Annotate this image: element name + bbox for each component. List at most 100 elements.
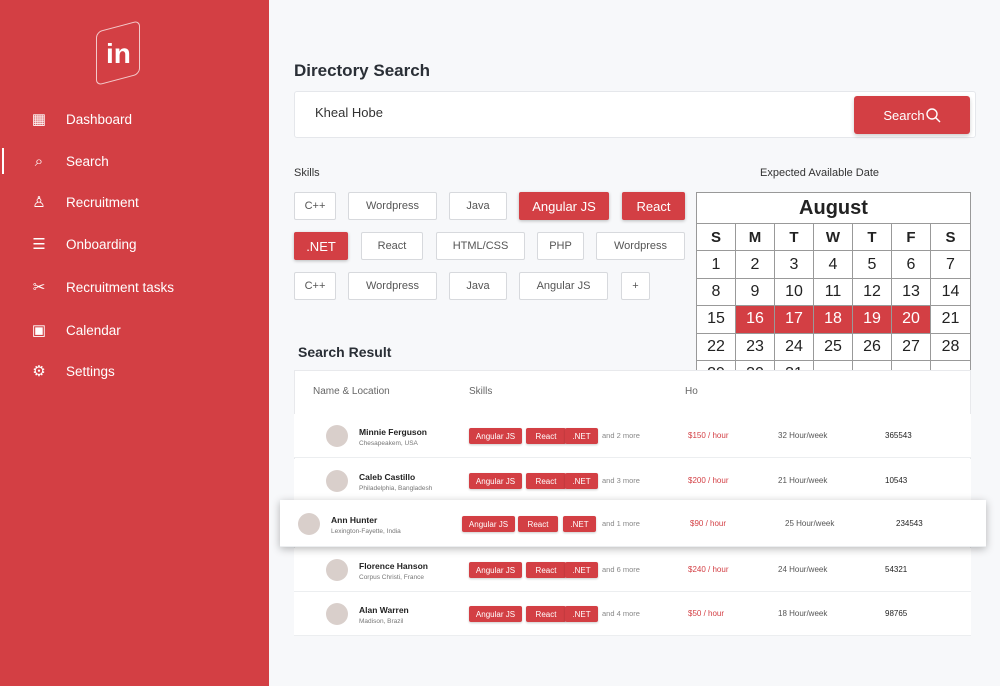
sidebar-item-label: Calendar (66, 322, 121, 338)
search-icon: ⌕ (34, 152, 44, 170)
table-row[interactable]: Alan Warren Madison, Brazil Angular JS Reac… (294, 592, 971, 636)
candidate-name[interactable]: Ann Hunter (331, 515, 377, 525)
skill-chip[interactable]: PHP (537, 232, 584, 260)
sidebar-item-search[interactable]: ⌕ Search (0, 143, 269, 179)
skill-tag: Angular JS (469, 562, 522, 578)
calendar-day[interactable]: 18 (814, 306, 853, 334)
sidebar-item-label: Recruitment (66, 194, 139, 210)
hours-per-week: 18 Hour/week (778, 609, 828, 618)
calendar-day[interactable]: 15 (697, 306, 736, 334)
skill-chip[interactable]: React (361, 232, 423, 260)
calendar-day[interactable]: 27 (892, 333, 931, 361)
onboarding-icon: ☰ (32, 236, 46, 253)
calendar-day[interactable]: 12 (853, 278, 892, 307)
calendar-day[interactable]: 23 (736, 333, 775, 361)
avatar (326, 470, 348, 492)
calendar-day[interactable]: 28 (931, 334, 970, 361)
weekday-header: F (892, 224, 931, 252)
more-skills[interactable]: and 4 more (602, 609, 640, 618)
skill-tag: .NET (565, 428, 598, 444)
page-title: Directory Search (294, 61, 431, 80)
calendar-day[interactable]: 26 (853, 333, 892, 361)
search-button[interactable]: Search (854, 96, 970, 134)
table-row[interactable]: Caleb Castillo Philadelphia, Bangladesh An… (294, 459, 971, 503)
calendar-day[interactable]: 20 (892, 306, 931, 334)
skill-chip[interactable]: Java (449, 192, 507, 220)
candidate-id: 54321 (885, 565, 908, 574)
skill-chip[interactable]: Wordpress (348, 192, 437, 220)
calendar-day[interactable]: 24 (775, 333, 814, 361)
candidate-name[interactable]: Florence Hanson (359, 561, 428, 571)
column-header: Ho (685, 386, 698, 397)
search-button-label: Search (883, 107, 925, 123)
table-row[interactable]: Ann Hunter Lexington-Fayette, India Angula… (280, 500, 986, 547)
skill-chip[interactable]: HTML/CSS (436, 232, 525, 260)
candidate-name[interactable]: Caleb Castillo (359, 472, 415, 482)
calendar-day[interactable]: 16 (736, 306, 775, 334)
candidate-name[interactable]: Alan Warren (359, 605, 409, 615)
sidebar-item-recruitment[interactable]: ♙ Recruitment (0, 184, 269, 220)
calendar-day[interactable]: 13 (892, 278, 931, 307)
skill-chip[interactable]: React (622, 192, 685, 220)
candidate-name[interactable]: Minnie Ferguson (359, 427, 427, 437)
sidebar-item-calendar[interactable]: ▣ Calendar (0, 312, 269, 348)
calendar-day[interactable]: 4 (814, 251, 853, 279)
calendar-day[interactable]: 14 (931, 279, 970, 307)
hourly-rate: $50 / hour (688, 609, 725, 618)
gear-icon: ⚙ (32, 363, 46, 380)
more-skills[interactable]: and 1 more (602, 519, 640, 528)
table-row[interactable]: Minnie Ferguson Chesapeakem, USA Angular J… (294, 414, 971, 458)
calendar-day[interactable]: 6 (892, 251, 931, 279)
calendar-day[interactable]: 17 (775, 306, 814, 334)
sidebar-item-label: Settings (66, 363, 115, 379)
sidebar-item-onboarding[interactable]: ☰ Onboarding (0, 226, 269, 262)
search-input[interactable] (315, 105, 815, 120)
sidebar-item-recruitment-tasks[interactable]: ✂ Recruitment tasks (0, 269, 269, 305)
sidebar-item-settings[interactable]: ⚙ Settings (0, 353, 269, 389)
skill-tag: Angular JS (462, 516, 515, 532)
skill-tag: React (526, 562, 566, 578)
avatar (326, 603, 348, 625)
calendar-day[interactable]: 19 (853, 306, 892, 334)
calendar-day[interactable]: 25 (814, 333, 853, 361)
calendar-day[interactable]: 8 (697, 278, 736, 307)
weekday-header: W (814, 224, 853, 252)
more-skills[interactable]: and 2 more (602, 431, 640, 440)
skill-chip[interactable]: Wordpress (348, 272, 437, 300)
calendar-day[interactable]: 22 (697, 333, 736, 361)
dashboard-icon: ▦ (31, 111, 47, 128)
skill-chip[interactable]: Wordpress (596, 232, 685, 260)
skill-chip[interactable]: C++ (294, 272, 336, 300)
calendar-day[interactable]: 11 (814, 278, 853, 307)
skill-chip[interactable]: C++ (294, 192, 336, 220)
hours-per-week: 24 Hour/week (778, 565, 828, 574)
calendar-day[interactable]: 10 (775, 278, 814, 307)
tools-icon: ✂ (32, 279, 46, 296)
sidebar-item-dashboard[interactable]: ▦ Dashboard (0, 101, 269, 137)
skill-tag: React (526, 606, 566, 622)
candidate-id: 234543 (896, 519, 923, 528)
skill-chip[interactable]: Java (449, 272, 507, 300)
avatar (326, 425, 348, 447)
skill-chip[interactable]: Angular JS (519, 192, 609, 220)
weekday-header: T (853, 224, 892, 252)
skill-chip[interactable]: .NET (294, 232, 348, 260)
skill-tag: Angular JS (469, 473, 522, 489)
calendar-day[interactable]: 3 (775, 251, 814, 279)
more-skills[interactable]: and 6 more (602, 565, 640, 574)
calendar-day[interactable]: 1 (697, 251, 736, 279)
candidate-location: Lexington-Fayette, India (331, 528, 401, 535)
skill-tag: React (526, 428, 566, 444)
calendar-day[interactable]: 21 (931, 306, 970, 334)
calendar-day[interactable]: 7 (931, 251, 970, 279)
more-skills[interactable]: and 3 more (602, 476, 640, 485)
candidate-id: 10543 (885, 476, 908, 485)
calendar-day[interactable]: 5 (853, 251, 892, 279)
weekday-header: S (697, 224, 736, 252)
add-skill-button[interactable]: + (621, 272, 650, 300)
skill-chip[interactable]: Angular JS (519, 272, 608, 300)
calendar-day[interactable]: 2 (736, 251, 775, 279)
calendar-month: August (697, 193, 970, 224)
table-row[interactable]: Florence Hanson Corpus Christi, France Ang… (294, 548, 971, 592)
calendar-day[interactable]: 9 (736, 278, 775, 307)
